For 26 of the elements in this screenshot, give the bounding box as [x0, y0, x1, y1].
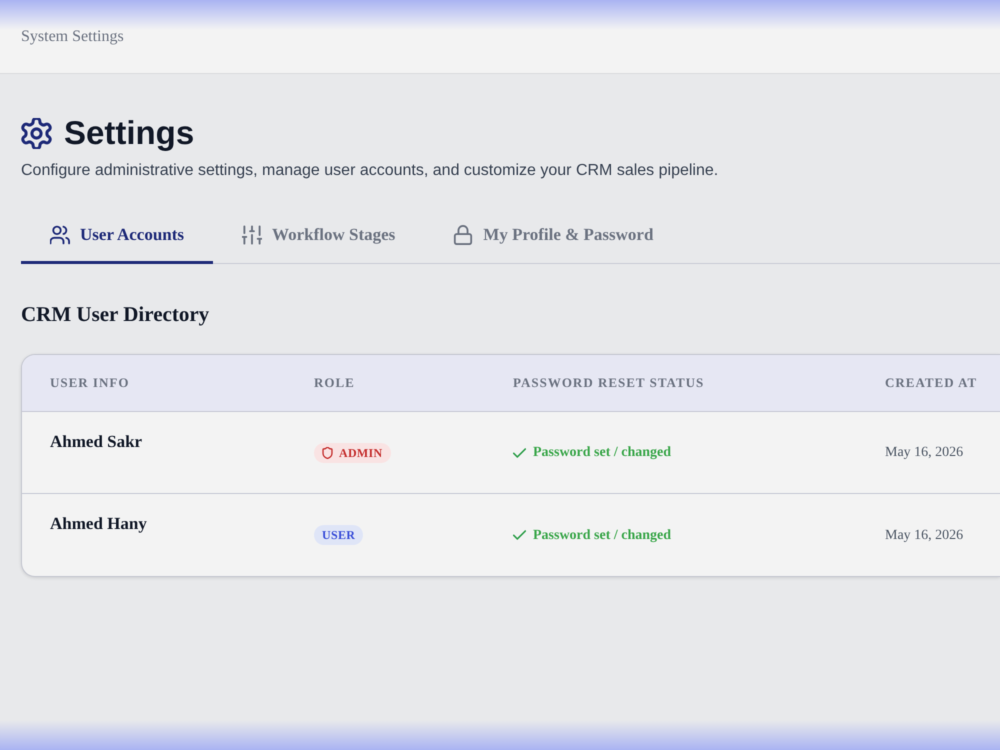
user-name: Ahmed Sakr: [50, 431, 142, 453]
column-header: USER INFO: [50, 374, 130, 392]
password-status: Password set / changed: [533, 444, 672, 462]
created-date: May 16, 2026: [885, 444, 964, 462]
role-label: USER: [322, 527, 356, 544]
tab[interactable]: User Accounts: [21, 208, 214, 264]
column-header: ROLE: [314, 374, 355, 392]
tab[interactable]: Workflow Stages: [213, 208, 424, 264]
lock-icon: [453, 224, 474, 244]
page-title: Settings: [64, 113, 194, 153]
user-name: Ahmed Hany: [50, 513, 147, 535]
settings-icon: [21, 118, 52, 148]
check-icon: [513, 448, 526, 458]
created-date: May 16, 2026: [885, 526, 964, 544]
sliders-icon: [242, 224, 262, 244]
password-status: Password set / changed: [533, 526, 672, 544]
check-icon: [513, 530, 526, 540]
page-subtitle: Configure administrative settings, manage user accounts, and customize your CRM sales pipeline.: [21, 161, 720, 181]
tab[interactable]: My Profile & Password: [424, 208, 682, 264]
role-label: ADMIN: [339, 444, 382, 462]
section-title: CRM User Directory: [21, 301, 210, 327]
users-icon: [50, 224, 70, 244]
column-header: PASSWORD RESET STATUS: [513, 374, 704, 392]
app-title: System Settings: [21, 26, 124, 46]
shield-icon: [322, 446, 333, 458]
column-header: CREATED AT: [885, 374, 978, 392]
